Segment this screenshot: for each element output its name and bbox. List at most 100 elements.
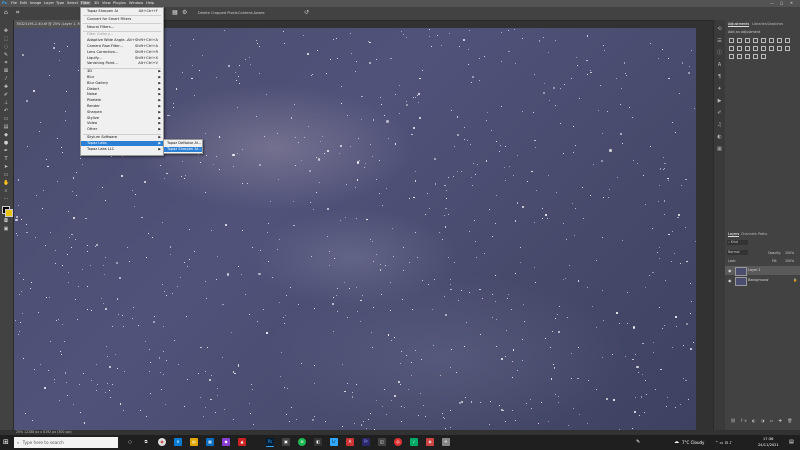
menu-view[interactable]: View [102, 1, 111, 5]
adjustment-icon[interactable] [737, 46, 742, 51]
frame-tool-icon[interactable]: ⊠ [3, 68, 9, 74]
menu-image[interactable]: Image [30, 1, 41, 5]
filter-menu-item[interactable]: Topaz Labs LLC ▶ [81, 147, 163, 152]
clock-time[interactable]: 17:36 [763, 437, 773, 441]
eye-icon[interactable]: ◉ [728, 266, 732, 275]
history-icon[interactable]: ⟲ [716, 26, 723, 33]
adjustment-icon[interactable] [745, 54, 750, 59]
filter-menu-item[interactable]: Render ▶ [81, 104, 163, 109]
layer-row-layer-1[interactable]: ◉ Layer 1 [725, 266, 800, 276]
reset-icon[interactable]: ↺ [304, 10, 310, 16]
zoom-tool-icon[interactable]: ⌕ [3, 188, 9, 194]
tab-swatches[interactable]: Swatches [767, 22, 783, 26]
menu-file[interactable]: File [11, 1, 17, 5]
clone-stamp-icon[interactable]: ⊥ [3, 100, 9, 106]
background-color-swatch[interactable] [5, 209, 13, 217]
app-icon-red-2[interactable]: ◈ [426, 438, 434, 446]
filter-menu-item[interactable]: Blur Gallery ▶ [81, 81, 163, 86]
filter-menu-item[interactable]: Pixelate ▶ [81, 98, 163, 103]
menu-help[interactable]: Help [146, 1, 154, 5]
filter-menu-item[interactable]: Vanishing Point... Alt+Ctrl+V [81, 61, 163, 66]
app-icon-dark[interactable]: ◧ [314, 438, 322, 446]
dodge-tool-icon[interactable]: ● [3, 140, 9, 146]
brush-settings-icon[interactable]: ✐ [716, 110, 723, 117]
fill-value[interactable]: 100% [785, 259, 794, 263]
app-icon-grey-2[interactable]: ◫ [378, 438, 386, 446]
tab-layers[interactable]: Layers [728, 232, 740, 237]
task-view-icon[interactable]: ○ [126, 438, 134, 446]
rectangle-tool-icon[interactable]: ▭ [3, 172, 9, 178]
filter-menu-item[interactable]: Adaptive Wide Angle... Alt+Shift+Ctrl+A [81, 38, 163, 43]
screen-mode-icon[interactable]: ▣ [3, 226, 9, 232]
adjustment-icon[interactable] [737, 54, 742, 59]
type-tool-icon[interactable]: T [3, 156, 9, 162]
filter-menu-item[interactable]: Skylum Software ▶ [81, 135, 163, 140]
adjustment-icon[interactable] [729, 54, 734, 59]
clock-date[interactable]: 24/11/2021 [758, 443, 779, 447]
filter-menu-item[interactable]: Convert for Smart Filters [81, 17, 163, 22]
tab-adjustments[interactable]: Adjustments [728, 22, 750, 27]
tab-paths[interactable]: Paths [758, 232, 767, 236]
filter-menu-item[interactable]: Camera Raw Filter... Shift+Ctrl+A [81, 44, 163, 49]
layer-filter-kind[interactable]: ⌕ Kind [727, 240, 748, 245]
filter-menu-item[interactable]: Neural Filters... [81, 25, 163, 30]
store-icon[interactable]: ▦ [206, 438, 214, 446]
pen-icon[interactable]: ✎ [636, 439, 640, 445]
plugin-icon[interactable]: ✦ [716, 86, 723, 93]
marquee-tool-icon[interactable]: ⬚ [3, 36, 9, 42]
opacity-value[interactable]: 100% [785, 251, 794, 255]
styles-icon[interactable]: ▦ [716, 146, 723, 153]
filter-menu-item[interactable]: Topaz Sharpen AI Alt+Ctrl+F [81, 9, 163, 14]
adjustment-icon[interactable] [729, 38, 734, 43]
lightroom-icon[interactable]: Lr [330, 438, 338, 446]
filter-menu-item[interactable]: Video ▶ [81, 121, 163, 126]
adjustment-icon[interactable] [753, 46, 758, 51]
minimize-button[interactable]: — [770, 1, 774, 5]
history-brush-icon[interactable]: ↶ [3, 108, 9, 114]
move-tool-icon[interactable]: ✥ [3, 28, 9, 34]
eraser-tool-icon[interactable]: ▭ [3, 116, 9, 122]
adjustment-icon[interactable] [745, 38, 750, 43]
adjustment-icon[interactable] [753, 38, 758, 43]
app-icon-purple[interactable]: ◆ [222, 438, 230, 446]
tab-libraries[interactable]: Libraries [752, 22, 767, 26]
pen-tool-icon[interactable]: ✒ [3, 148, 9, 154]
adjustment-icon[interactable] [745, 46, 750, 51]
crop-tool-icon-2[interactable]: ⌗ [3, 60, 9, 66]
windows-start-icon[interactable]: ⊞ [3, 438, 9, 446]
menu-filter[interactable]: Filter [80, 1, 91, 5]
weather-text[interactable]: 7°C Cloudy [682, 440, 704, 445]
adjust-icon[interactable]: ◐ [716, 134, 723, 141]
delete-cropped-pixels-checkbox[interactable]: Delete Cropped Pixels [198, 11, 237, 15]
acrobat-icon[interactable]: A [346, 438, 354, 446]
healing-brush-icon[interactable]: ✚ [3, 84, 9, 90]
chrome-icon[interactable]: ◉ [158, 438, 166, 446]
close-button[interactable]: ✕ [790, 1, 793, 5]
spotify-icon[interactable]: ≋ [298, 438, 306, 446]
menu-plugins[interactable]: Plugins [113, 1, 126, 5]
quick-mask-icon[interactable]: ◘ [3, 218, 9, 224]
eye-icon[interactable]: ◉ [728, 276, 732, 285]
layer-row-background[interactable]: ◉ Background 🔒 [725, 276, 800, 286]
properties-icon[interactable]: ☰ [716, 38, 723, 45]
gradient-tool-icon[interactable]: ▤ [3, 124, 9, 130]
hand-tool-icon[interactable]: ✋ [3, 180, 9, 186]
home-icon[interactable]: ⌂ [4, 10, 10, 16]
menu-window[interactable]: Window [129, 1, 143, 5]
app-icon-green[interactable]: ✓ [410, 438, 418, 446]
task-view-icon-2[interactable]: ⧉ [142, 438, 150, 446]
menu-layer[interactable]: Layer [44, 1, 54, 5]
app-icon-red[interactable]: ▲ [238, 438, 246, 446]
menu-select[interactable]: Select [67, 1, 78, 5]
filter-menu-item[interactable]: Lens Correction... Shift+Ctrl+R [81, 50, 163, 55]
adjustment-icon[interactable] [777, 46, 782, 51]
filter-menu-item[interactable]: Stylize ▶ [81, 116, 163, 121]
filter-menu-item[interactable]: Sharpen ▶ [81, 110, 163, 115]
maximize-button[interactable]: ▢ [780, 1, 783, 5]
info-icon[interactable]: ⓘ [716, 50, 723, 57]
layers-footer-actions[interactable]: ⛓ fx ◐ ◑ ▭ ✚ 🗑 [725, 418, 800, 426]
photoshop-taskbar-icon[interactable]: Ps [266, 438, 274, 447]
notification-icon[interactable]: ▤ [789, 439, 794, 445]
adjustment-icon[interactable] [761, 38, 766, 43]
adjustment-icon[interactable] [769, 46, 774, 51]
